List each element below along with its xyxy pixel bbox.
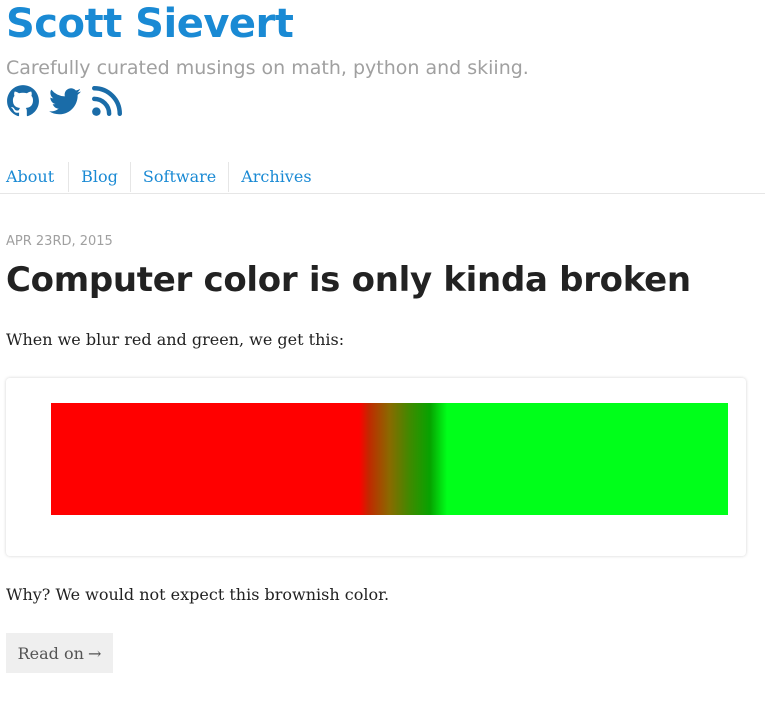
post-intro: When we blur red and green, we get this: bbox=[6, 330, 345, 349]
read-on-label: Read on bbox=[17, 643, 84, 663]
twitter-icon bbox=[49, 88, 81, 115]
nav-item-software[interactable]: Software bbox=[129, 161, 228, 192]
post-date: APR 23RD, 2015 bbox=[6, 234, 113, 249]
rss-link[interactable] bbox=[90, 84, 124, 118]
post-question: Why? We would not expect this brownish c… bbox=[6, 585, 390, 604]
github-icon bbox=[7, 85, 39, 117]
nav-item-archives[interactable]: Archives bbox=[228, 161, 323, 192]
social-links bbox=[6, 84, 124, 118]
read-on-button[interactable]: Read on → bbox=[6, 633, 113, 673]
site-tagline: Carefully curated musings on math, pytho… bbox=[6, 57, 529, 79]
color-blur-figure bbox=[6, 378, 746, 556]
site-title[interactable]: Scott Sievert bbox=[6, 0, 294, 48]
nav-item-blog[interactable]: Blog bbox=[68, 161, 130, 192]
rss-icon bbox=[92, 86, 122, 116]
post-title[interactable]: Computer color is only kinda broken bbox=[6, 258, 691, 302]
main-nav: About Blog Software Archives bbox=[0, 160, 765, 194]
github-link[interactable] bbox=[6, 84, 40, 118]
nav-item-about[interactable]: About bbox=[0, 162, 68, 192]
twitter-link[interactable] bbox=[48, 84, 82, 118]
arrow-right-icon: → bbox=[87, 643, 102, 663]
red-green-blur-image bbox=[51, 403, 728, 515]
